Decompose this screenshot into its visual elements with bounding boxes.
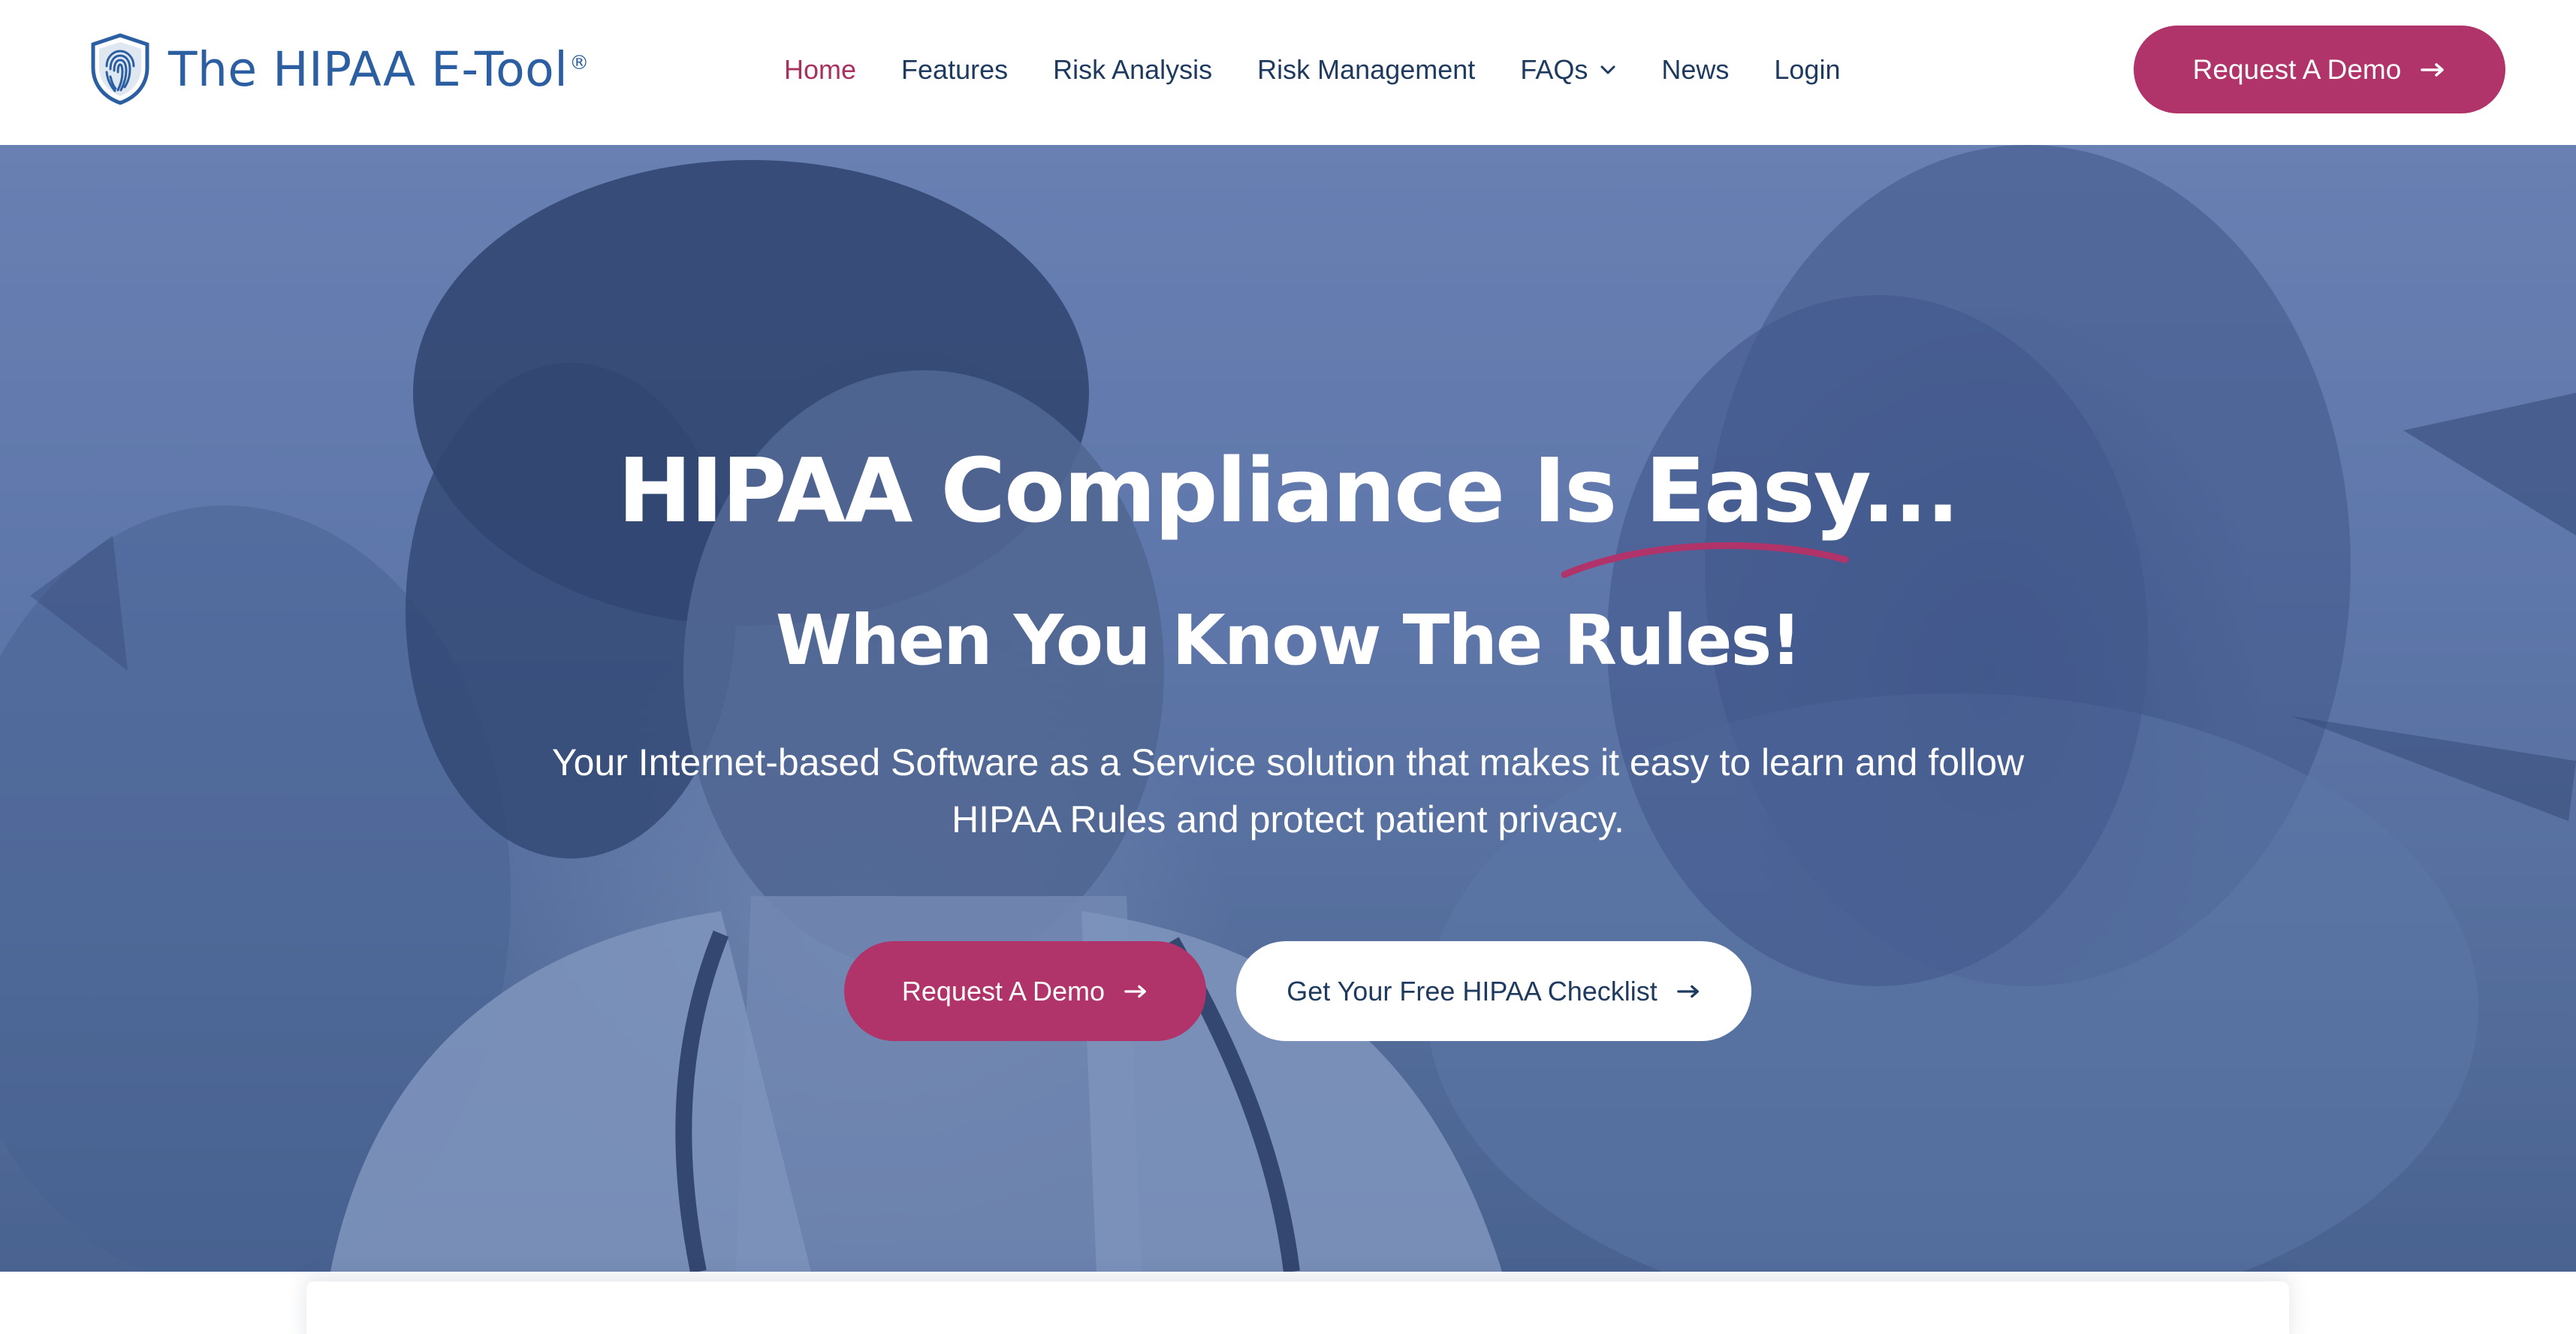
underline-swoosh [1561, 542, 1849, 578]
nav-faqs[interactable]: FAQs [1520, 54, 1616, 86]
hero-title: HIPAA Compliance Is Easy... [617, 439, 1960, 542]
nav-news[interactable]: News [1661, 54, 1729, 86]
nav-risk-management[interactable]: Risk Management [1257, 54, 1475, 86]
nav-home[interactable]: Home [784, 54, 856, 86]
hero-free-checklist-button[interactable]: Get Your Free HIPAA Checklist [1236, 941, 1751, 1041]
header-request-demo-label: Request A Demo [2192, 53, 2402, 85]
arrow-right-icon [1677, 985, 1699, 997]
hero-free-checklist-label: Get Your Free HIPAA Checklist [1286, 975, 1658, 1007]
hero-description: Your Internet-based Software as a Servic… [551, 741, 2025, 841]
hero-section: HIPAA Compliance Is Easy... When You Kno… [0, 145, 2576, 1272]
nav-risk-analysis[interactable]: Risk Analysis [1053, 54, 1212, 86]
site-logo[interactable]: The HIPAA E-Tool® [89, 33, 590, 105]
nav-login[interactable]: Login [1774, 54, 1840, 86]
hero-request-demo-button[interactable]: Request A Demo [844, 941, 1206, 1041]
hero-subtitle: When You Know The Rules! [775, 600, 1802, 681]
logo-text: The HIPAA E-Tool® [168, 41, 590, 97]
main-nav: Home Features Risk Analysis Risk Managem… [784, 47, 1840, 93]
site-header: The HIPAA E-Tool® Home Features Risk Ana… [0, 0, 2576, 145]
nav-faqs-label: FAQs [1520, 54, 1588, 85]
fingerprint-shield-icon [91, 33, 149, 105]
content-card [306, 1281, 2289, 1334]
arrow-right-icon [1124, 985, 1147, 997]
registered-mark: ® [569, 51, 590, 74]
arrow-right-icon [2421, 62, 2445, 77]
hero-request-demo-label: Request A Demo [901, 975, 1106, 1007]
chevron-down-icon [1600, 65, 1615, 74]
header-request-demo-button[interactable]: Request A Demo [2134, 26, 2505, 113]
nav-features[interactable]: Features [901, 54, 1008, 86]
hero-overlay [0, 145, 2576, 1272]
